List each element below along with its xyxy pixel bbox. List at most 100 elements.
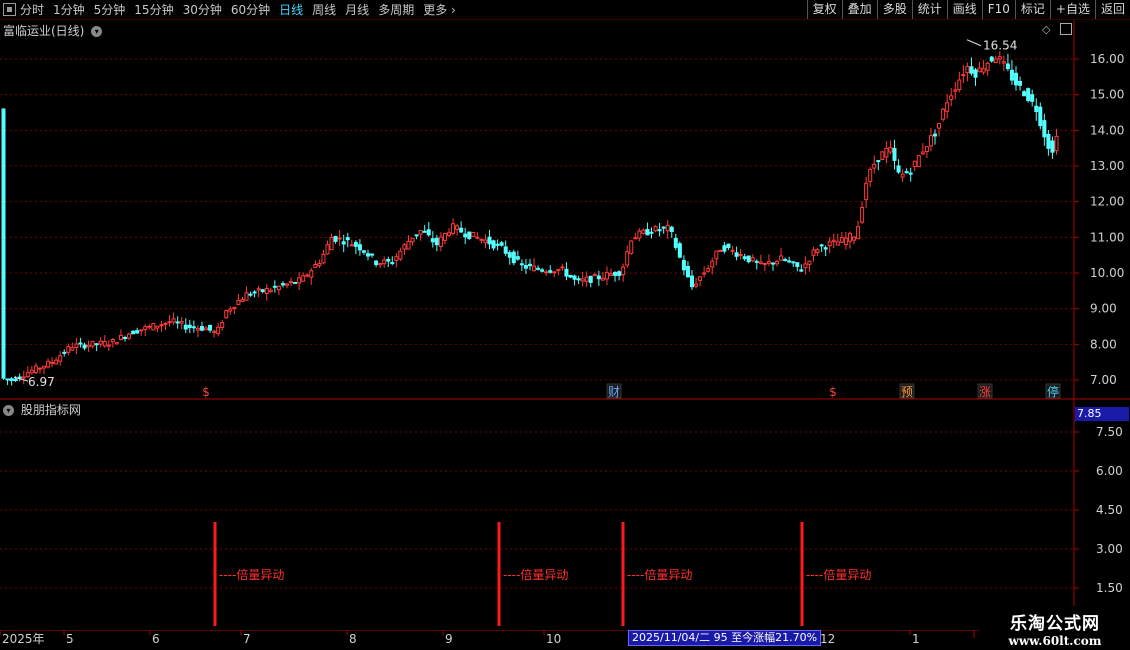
multi-stock-button[interactable]: 多股 (876, 0, 912, 19)
overlay-button[interactable]: 叠加 (841, 0, 877, 19)
candle-body (58, 355, 63, 362)
candle-body (1009, 69, 1014, 81)
candle-body (224, 310, 229, 319)
candle-body (896, 165, 901, 173)
candle-body (969, 66, 974, 74)
candle-body (78, 342, 83, 345)
period-1min[interactable]: 1分钟 (53, 1, 85, 18)
event-marker: 涨 (979, 384, 991, 399)
candle-body (649, 231, 654, 234)
price-tick-label: 14.00 (1090, 123, 1124, 137)
candle-body (139, 329, 144, 332)
period-more[interactable]: 更多 › (423, 1, 456, 18)
candle-body (422, 230, 427, 233)
candle-body (669, 226, 674, 233)
period-tick[interactable]: 分时 (20, 1, 44, 18)
candle-body (155, 325, 160, 329)
candle-body (305, 274, 310, 277)
candle-body (337, 237, 342, 240)
period-monthly[interactable]: 月线 (345, 1, 369, 18)
candle-body (856, 226, 861, 240)
candle-body (609, 273, 613, 276)
candle-body (236, 300, 241, 305)
candle-body (1034, 105, 1039, 112)
period-30min[interactable]: 30分钟 (183, 1, 222, 18)
candle-body (345, 237, 350, 241)
candle-body (410, 237, 415, 243)
candle-body (167, 321, 172, 324)
candle-body (904, 171, 909, 174)
candle-body (406, 240, 411, 250)
candle-body (455, 225, 460, 230)
candle-body (677, 243, 682, 258)
candle-body (1030, 94, 1035, 102)
candle-body (880, 151, 885, 161)
period-more-label: 更多 (423, 3, 448, 17)
period-5min[interactable]: 5分钟 (94, 1, 126, 18)
candle-body (920, 151, 925, 155)
candle-body (86, 344, 91, 348)
candle-body (82, 344, 87, 349)
candle-body (730, 249, 735, 252)
candle-body (742, 256, 747, 260)
candle-body (248, 293, 253, 296)
period-weekly[interactable]: 周线 (312, 1, 336, 18)
candle-body (596, 275, 601, 280)
candle-body (928, 135, 933, 147)
candle-body (491, 240, 496, 249)
candle-body (835, 241, 840, 246)
candle-body (341, 241, 346, 245)
candle-body (783, 258, 788, 261)
candle-body (62, 351, 67, 354)
candle-body (734, 252, 739, 257)
candle-body (588, 275, 593, 283)
candle-body (309, 270, 314, 278)
menu-box-icon[interactable] (3, 3, 16, 16)
period-daily[interactable]: 日线 (279, 1, 303, 18)
candle-body (475, 236, 480, 239)
volume-spike-label: ----倍量异动 (503, 567, 568, 582)
candle-body (479, 238, 484, 241)
period-15min[interactable]: 15分钟 (134, 1, 173, 18)
price-tick-label: 9.00 (1090, 302, 1117, 316)
candle-body (552, 271, 557, 274)
price-tick-label: 16.00 (1090, 52, 1124, 66)
candle-body (576, 278, 581, 281)
candle-body (1026, 88, 1031, 101)
draw-line-button[interactable]: 画线 (946, 0, 982, 19)
candle-body (933, 133, 937, 137)
statistics-button[interactable]: 统计 (911, 0, 947, 19)
candle-body (442, 232, 447, 241)
add-watchlist-button[interactable]: +自选 (1049, 0, 1095, 19)
event-marker: 财 (608, 385, 620, 399)
candle-body (872, 163, 877, 169)
candle-body (993, 58, 998, 64)
candle-body (1005, 63, 1010, 70)
candle-body (183, 324, 188, 330)
candle-body (9, 378, 14, 382)
candlestick-chart: 16.00 15.00 14.00 13.00 12.00 11.00 10.00 9.00 8… (0, 20, 1130, 400)
candle-body (698, 276, 703, 281)
period-60min[interactable]: 60分钟 (231, 1, 270, 18)
candle-body (118, 334, 123, 340)
candle-body (985, 62, 990, 71)
indicator-tick-label: 6.00 (1096, 464, 1123, 478)
candle-body (827, 241, 832, 247)
candle-body (114, 342, 119, 345)
period-multi[interactable]: 多周期 (378, 1, 414, 18)
candle-body (633, 237, 638, 240)
mark-button[interactable]: 标记 (1014, 0, 1050, 19)
candle-body (864, 182, 869, 201)
candle-body (414, 234, 419, 237)
candle-body (333, 235, 338, 242)
restore-rights-button[interactable]: 复权 (806, 0, 842, 19)
candle-body (912, 160, 917, 168)
candle-body (657, 229, 662, 232)
candle-body (989, 56, 994, 62)
back-button[interactable]: 返回 (1094, 0, 1130, 19)
time-label: 12 (820, 632, 835, 646)
candle-body (29, 369, 34, 374)
candle-body (285, 283, 289, 286)
candle-body (641, 229, 646, 234)
f10-button[interactable]: F10 (981, 0, 1015, 19)
